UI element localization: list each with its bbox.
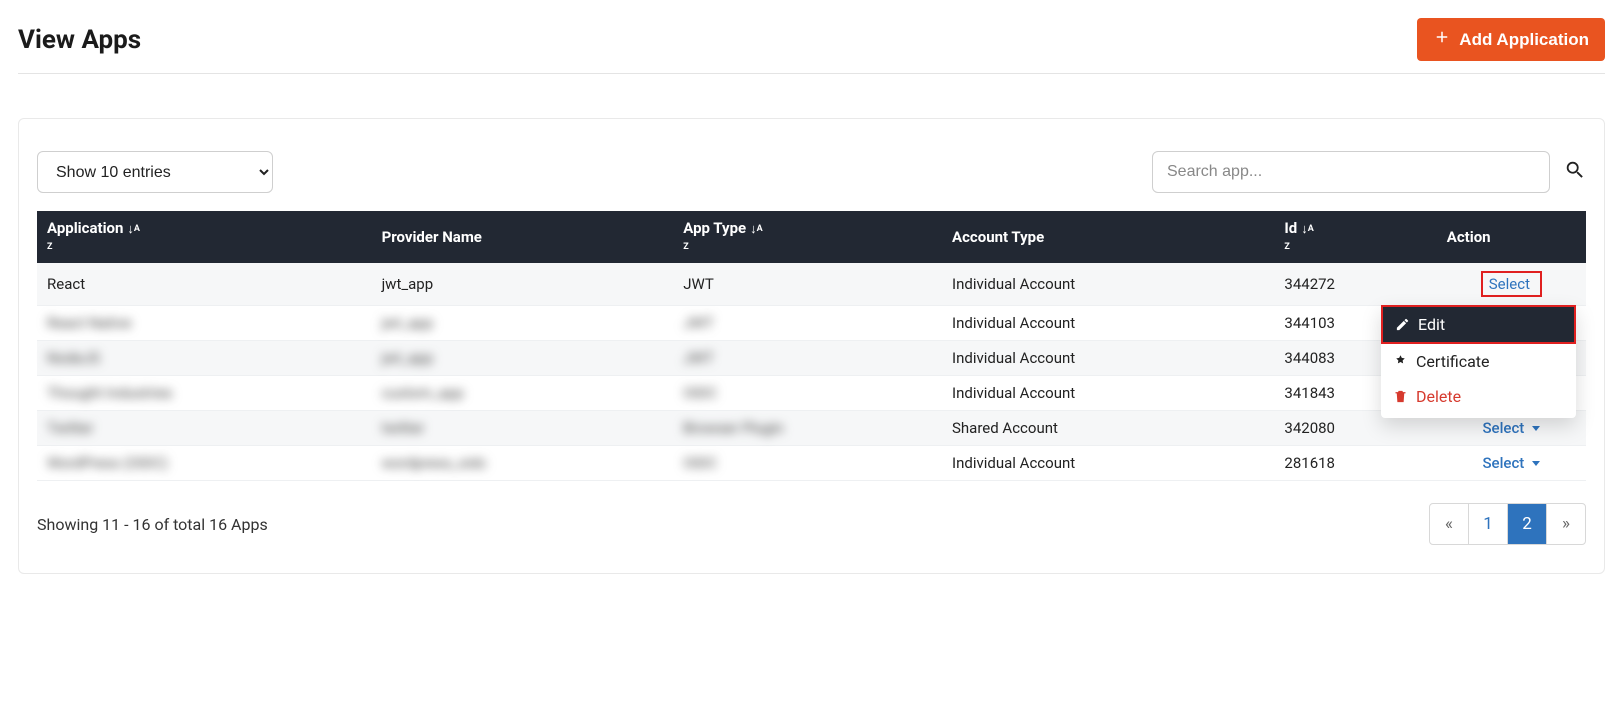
- add-application-button[interactable]: Add Application: [1417, 18, 1605, 61]
- action-dropdown: Edit Certificate Delete: [1381, 305, 1576, 418]
- cell-account: Individual Account: [942, 306, 1274, 341]
- cell-application: Thought Industries: [37, 376, 372, 411]
- cell-application: WordPress (OIDC): [37, 446, 372, 481]
- cell-account: Individual Account: [942, 263, 1274, 306]
- pagination-prev[interactable]: «: [1430, 504, 1468, 544]
- col-provider[interactable]: Provider Name: [372, 211, 674, 263]
- cell-account: Individual Account: [942, 446, 1274, 481]
- cell-provider: twitter: [372, 411, 674, 446]
- cell-application: Twitter: [37, 411, 372, 446]
- search-icon[interactable]: [1564, 159, 1586, 185]
- pagination-page-2[interactable]: 2: [1508, 504, 1546, 544]
- table-row: NodeJS jwt_app JWT Individual Account 34…: [37, 341, 1586, 376]
- search-input[interactable]: [1152, 151, 1550, 193]
- cell-account: Individual Account: [942, 376, 1274, 411]
- cell-app-type: OIDC: [673, 446, 942, 481]
- cell-app-type: Browser Plugin: [673, 411, 942, 446]
- cell-account: Individual Account: [942, 341, 1274, 376]
- cell-account: Shared Account: [942, 411, 1274, 446]
- pagination: « 1 2 »: [1429, 503, 1586, 545]
- cell-provider: custom_app: [372, 376, 674, 411]
- cell-app-type: JWT: [673, 306, 942, 341]
- select-action-button[interactable]: Select: [1482, 454, 1540, 472]
- showing-text: Showing 11 - 16 of total 16 Apps: [37, 515, 268, 534]
- trash-icon: [1393, 389, 1408, 404]
- page-title: View Apps: [18, 25, 141, 55]
- dropdown-certificate-label: Certificate: [1416, 352, 1490, 371]
- table-row: Twitter twitter Browser Plugin Shared Ac…: [37, 411, 1586, 446]
- cell-application: React: [37, 263, 372, 306]
- cell-provider: jwt_app: [372, 306, 674, 341]
- cell-app-type: OIDC: [673, 376, 942, 411]
- certificate-icon: [1393, 354, 1408, 369]
- cell-provider: wordpress_oidc: [372, 446, 674, 481]
- pagination-page-1[interactable]: 1: [1469, 504, 1507, 544]
- cell-id: 344272: [1274, 263, 1436, 306]
- col-application[interactable]: Application↓AZ: [37, 211, 372, 263]
- col-action: Action: [1437, 211, 1586, 263]
- select-action-button[interactable]: Select: [1481, 271, 1542, 297]
- dropdown-edit[interactable]: Edit: [1381, 305, 1576, 344]
- table-row: WordPress (OIDC) wordpress_oidc OIDC Ind…: [37, 446, 1586, 481]
- dropdown-edit-label: Edit: [1418, 315, 1445, 334]
- page-header: View Apps Add Application: [18, 0, 1605, 74]
- cell-application: React Native: [37, 306, 372, 341]
- pagination-next[interactable]: »: [1547, 504, 1585, 544]
- caret-down-icon: [1532, 461, 1540, 466]
- select-action-button[interactable]: Select: [1482, 419, 1540, 437]
- cell-application: NodeJS: [37, 341, 372, 376]
- table-row: React jwt_app JWT Individual Account 344…: [37, 263, 1586, 306]
- col-account-type[interactable]: Account Type: [942, 211, 1274, 263]
- col-id[interactable]: Id↓AZ: [1274, 211, 1436, 263]
- dropdown-delete-label: Delete: [1416, 387, 1461, 406]
- dropdown-delete[interactable]: Delete: [1381, 379, 1576, 414]
- col-app-type[interactable]: App Type↓AZ: [673, 211, 942, 263]
- cell-app-type: JWT: [673, 263, 942, 306]
- dropdown-certificate[interactable]: Certificate: [1381, 344, 1576, 379]
- apps-table: Application↓AZ Provider Name App Type↓AZ…: [37, 211, 1586, 481]
- show-entries-select[interactable]: Show 10 entries: [37, 151, 273, 193]
- cell-id: 281618: [1274, 446, 1436, 481]
- table-row: React Native jwt_app JWT Individual Acco…: [37, 306, 1586, 341]
- edit-icon: [1395, 317, 1410, 332]
- caret-down-icon: [1532, 426, 1540, 431]
- plus-icon: [1433, 28, 1451, 51]
- table-row: Thought Industries custom_app OIDC Indiv…: [37, 376, 1586, 411]
- cell-app-type: JWT: [673, 341, 942, 376]
- cell-provider: jwt_app: [372, 341, 674, 376]
- add-application-label: Add Application: [1459, 30, 1589, 50]
- apps-card: Show 10 entries Application↓AZ Provider …: [18, 118, 1605, 574]
- cell-provider: jwt_app: [372, 263, 674, 306]
